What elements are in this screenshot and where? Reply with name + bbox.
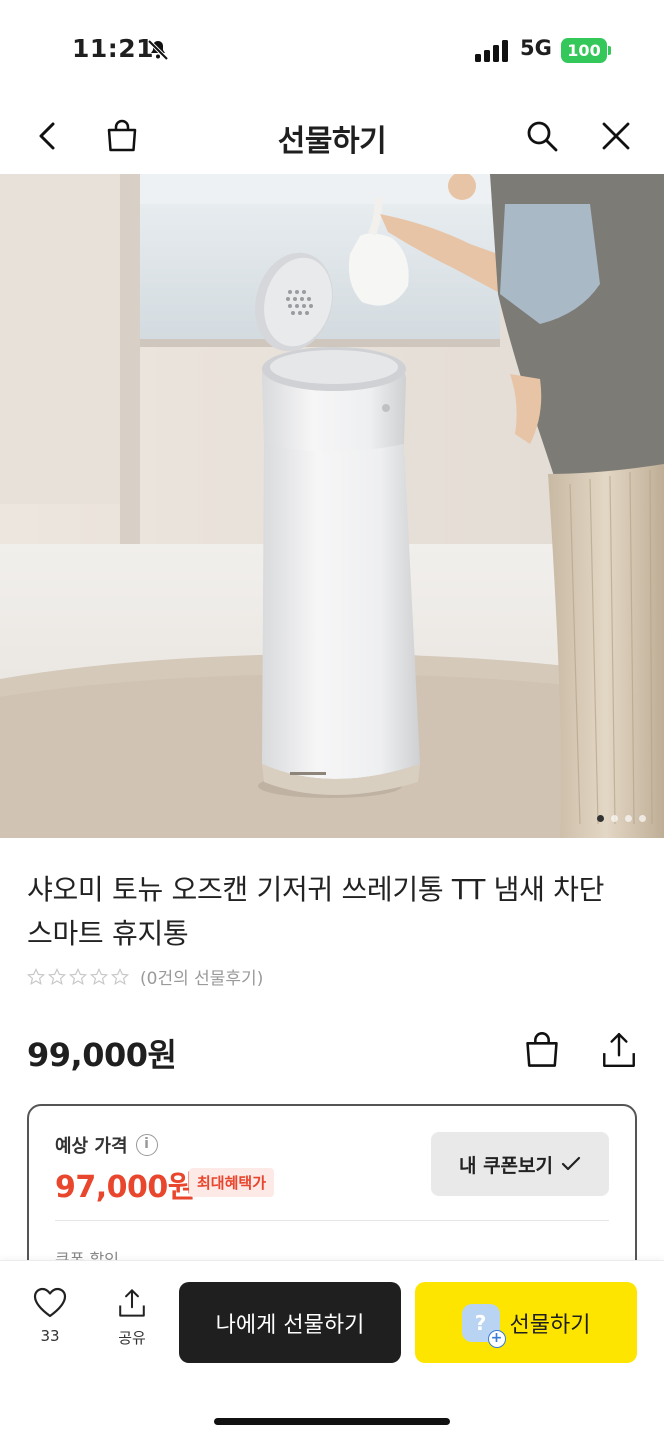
product-photo bbox=[0, 174, 664, 838]
expected-price: 97,000원 bbox=[55, 1170, 195, 1205]
plus-icon: + bbox=[487, 1329, 506, 1348]
my-coupons-button[interactable]: 내 쿠폰보기 bbox=[431, 1132, 609, 1196]
like-button[interactable]: 33 bbox=[22, 1287, 78, 1345]
product-image-carousel[interactable] bbox=[0, 174, 664, 838]
product-title: 샤오미 토뉴 오즈캔 기저귀 쓰레기통 TT 냄새 차단 스마트 휴지통 bbox=[27, 873, 605, 950]
bell-slash-icon bbox=[147, 39, 169, 61]
close-button[interactable] bbox=[596, 116, 636, 156]
star-icon bbox=[90, 967, 108, 985]
top-header: 선물하기 bbox=[0, 96, 664, 174]
gift-to-me-label: 나에게 선물하기 bbox=[215, 1312, 365, 1338]
page-title: 선물하기 bbox=[277, 124, 387, 159]
share-icon bbox=[603, 1033, 635, 1067]
share-icon bbox=[119, 1289, 145, 1317]
cart-button[interactable] bbox=[522, 1030, 562, 1070]
like-count: 33 bbox=[40, 1327, 60, 1345]
shopping-bag-icon bbox=[526, 1032, 558, 1067]
bottom-action-bar: 33 공유 나에게 선물하기 ? + 선물하기 bbox=[0, 1260, 664, 1440]
search-icon bbox=[527, 121, 558, 152]
gift-label: 선물하기 bbox=[509, 1312, 591, 1338]
expected-price-label: 예상 가격 i bbox=[55, 1132, 158, 1158]
home-indicator bbox=[214, 1418, 450, 1425]
share-bottom-button[interactable]: 공유 bbox=[104, 1287, 160, 1348]
divider bbox=[55, 1220, 609, 1221]
my-coupons-label: 내 쿠폰보기 bbox=[458, 1154, 553, 1177]
gift-to-me-button[interactable]: 나에게 선물하기 bbox=[179, 1282, 401, 1363]
info-icon[interactable]: i bbox=[135, 1134, 158, 1156]
star-icon bbox=[27, 967, 45, 985]
signal-bars-icon bbox=[475, 40, 508, 62]
review-count: (0건의 선물후기) bbox=[140, 969, 264, 989]
carousel-dot bbox=[597, 815, 604, 822]
share-button[interactable] bbox=[600, 1030, 640, 1070]
carousel-dot bbox=[639, 815, 646, 822]
max-benefit-badge: 최대혜택가 bbox=[189, 1168, 275, 1197]
expected-price-label-text: 예상 가격 bbox=[55, 1136, 128, 1157]
check-icon bbox=[561, 1156, 581, 1171]
network-label: 5G bbox=[520, 36, 552, 60]
gift-button[interactable]: ? + 선물하기 bbox=[415, 1282, 637, 1363]
close-icon bbox=[602, 122, 630, 150]
carousel-dots bbox=[597, 815, 646, 822]
product-price: 99,000원 bbox=[27, 1036, 177, 1074]
battery-tip bbox=[608, 46, 611, 55]
status-bar: 11:21 5G 100 bbox=[0, 0, 664, 96]
carousel-dot bbox=[625, 815, 632, 822]
carousel-dot bbox=[611, 815, 618, 822]
battery-indicator: 100 bbox=[561, 38, 607, 63]
status-time: 11:21 bbox=[72, 34, 155, 63]
star-icon bbox=[111, 967, 129, 985]
search-button[interactable] bbox=[522, 116, 562, 156]
star-icon bbox=[48, 967, 66, 985]
rating-row[interactable]: (0건의 선물후기) bbox=[27, 964, 263, 989]
heart-icon bbox=[33, 1287, 67, 1318]
share-label: 공유 bbox=[118, 1329, 146, 1347]
star-icon bbox=[69, 967, 87, 985]
friend-avatar-glyph: ? bbox=[474, 1310, 487, 1335]
friend-avatar-icon: ? + bbox=[461, 1303, 506, 1348]
